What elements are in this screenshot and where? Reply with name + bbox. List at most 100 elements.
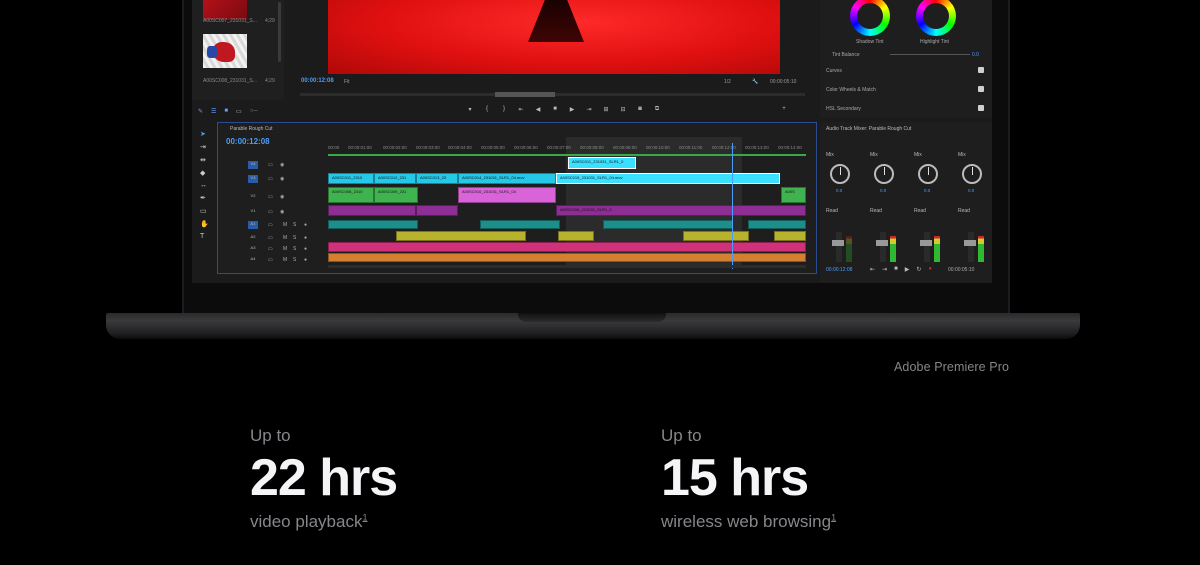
timeline-title[interactable]: Parable Rough Cut <box>230 126 273 132</box>
section-curves[interactable]: Curves <box>826 67 984 74</box>
audio-clip[interactable] <box>558 231 594 241</box>
film-icon[interactable]: ▭ <box>268 176 273 182</box>
monitor-timecode[interactable]: 00:00:12:08 <box>301 78 334 84</box>
timeline-clip[interactable]: A00SC009_231 <box>374 187 418 203</box>
track-label[interactable]: V1 <box>248 208 258 216</box>
film-icon[interactable]: ▭ <box>268 209 273 215</box>
track-label[interactable]: A1 <box>248 221 258 229</box>
mute-icon[interactable]: M <box>283 246 287 252</box>
eye-icon[interactable]: ◉ <box>280 194 284 200</box>
freeform-view-icon[interactable]: ▭ <box>236 108 242 115</box>
solo-icon[interactable]: S <box>293 235 296 241</box>
pan-value[interactable]: 0.0 <box>880 188 886 193</box>
track-header-v1[interactable]: V1 ▭ ◉ <box>238 207 326 217</box>
record-icon[interactable]: ● <box>928 266 932 273</box>
mic-icon[interactable]: ● <box>304 257 307 263</box>
settings-icon[interactable]: 🔧 <box>752 79 758 85</box>
monitor-scrubber[interactable] <box>300 92 805 97</box>
timeline-clip[interactable]: A00S <box>781 187 806 203</box>
tint-balance-slider[interactable] <box>890 54 970 55</box>
sync-icon[interactable]: ▭ <box>268 246 273 252</box>
playhead[interactable] <box>732 143 733 269</box>
insert-icon[interactable]: ⊞ <box>603 106 609 113</box>
list-view-icon[interactable]: ☰ <box>211 108 216 115</box>
video-frame[interactable] <box>328 0 780 74</box>
timeline-clip[interactable]: A00SC008_2310 <box>328 187 374 203</box>
resolution-dropdown[interactable]: 1/2 <box>724 79 731 85</box>
fit-dropdown[interactable]: Fit <box>344 79 350 85</box>
volume-fader[interactable] <box>836 232 842 262</box>
loop-icon[interactable]: ↻ <box>916 266 921 273</box>
eye-icon[interactable]: ◉ <box>280 162 284 168</box>
section-color-wheels[interactable]: Color Wheels & Match <box>826 86 984 93</box>
fader-handle[interactable] <box>876 240 888 246</box>
timeline-clip[interactable]: A00SC006_231031_SLR1_0 <box>556 205 806 216</box>
mic-icon[interactable]: ● <box>304 222 307 228</box>
tint-balance-value[interactable]: 0.0 <box>972 52 979 58</box>
audio-clip[interactable] <box>328 242 806 252</box>
eye-icon[interactable]: ◉ <box>280 176 284 182</box>
solo-icon[interactable]: S <box>293 222 296 228</box>
sync-icon[interactable]: ▭ <box>268 235 273 241</box>
pen-icon[interactable]: ✒ <box>200 194 209 202</box>
razor-icon[interactable]: ◆ <box>200 169 209 177</box>
mute-icon[interactable]: M <box>283 235 287 241</box>
pan-knob[interactable] <box>830 164 850 184</box>
go-to-in-icon[interactable]: ⇤ <box>870 266 875 273</box>
film-icon[interactable]: ▭ <box>268 162 273 168</box>
ripple-edit-icon[interactable]: ⇹ <box>200 156 209 164</box>
track-header-v4[interactable]: V4 ▭ ◉ <box>238 160 326 170</box>
pan-value[interactable]: 0.0 <box>836 188 842 193</box>
track-label[interactable]: V2 <box>248 193 258 201</box>
mark-out-icon[interactable]: } <box>501 106 507 113</box>
more-icon[interactable]: + <box>781 106 787 113</box>
pan-value[interactable]: 0.0 <box>924 188 930 193</box>
audio-clip[interactable] <box>683 231 749 241</box>
timeline-clip[interactable]: A00SC011_231031_SLR1_0 <box>568 157 636 169</box>
automation-dropdown[interactable]: Read <box>958 208 970 214</box>
selection-tool-icon[interactable]: ➤ <box>200 130 209 138</box>
track-label[interactable]: A4 <box>248 256 258 264</box>
pan-knob[interactable] <box>874 164 894 184</box>
sync-icon[interactable]: ▭ <box>268 257 273 263</box>
volume-fader[interactable] <box>924 232 930 262</box>
section-hsl-secondary[interactable]: HSL Secondary <box>826 105 984 112</box>
pan-value[interactable]: 0.0 <box>968 188 974 193</box>
volume-fader[interactable] <box>880 232 886 262</box>
stop-icon[interactable]: ■ <box>894 266 898 273</box>
timeline-clip[interactable]: A00SC014_231031_SLR1_04.mov <box>458 173 556 184</box>
mute-icon[interactable]: M <box>283 222 287 228</box>
sync-icon[interactable]: ▭ <box>268 222 273 228</box>
audio-clip[interactable] <box>774 231 806 241</box>
track-header-v2[interactable]: V2 ▭ ◉ <box>238 192 326 202</box>
mark-in-icon[interactable]: { <box>484 106 490 113</box>
timeline-clip[interactable]: A00SC010_231031_SLR1_04 <box>458 187 556 203</box>
clip-thumbnail[interactable] <box>203 34 247 68</box>
step-back-icon[interactable]: ◀ <box>535 106 541 113</box>
bin-scrollbar[interactable] <box>278 2 281 62</box>
highlight-tint-wheel[interactable] <box>916 0 956 36</box>
rectangle-icon[interactable]: ▭ <box>200 207 209 215</box>
automation-dropdown[interactable]: Read <box>870 208 882 214</box>
track-label[interactable]: V3 <box>248 175 258 183</box>
timeline-timecode[interactable]: 00:00:12:08 <box>226 137 270 146</box>
track-select-icon[interactable]: ⇥ <box>200 143 209 151</box>
track-header-a3[interactable]: A3 ▭ M S ● <box>238 244 326 254</box>
timeline-clip[interactable]: A00SC011_2310 <box>328 173 374 184</box>
audio-clip[interactable] <box>603 220 733 229</box>
overwrite-icon[interactable]: ⊟ <box>620 106 626 113</box>
track-header-a4[interactable]: A4 ▭ M S ● <box>238 255 326 265</box>
timeline-clip[interactable] <box>416 205 458 216</box>
audio-clip[interactable] <box>480 220 560 229</box>
track-header-a1[interactable]: A1 ▭ M S ● <box>238 220 326 230</box>
go-to-out-icon[interactable]: ⇥ <box>882 266 887 273</box>
compare-icon[interactable]: ⧉ <box>654 106 660 113</box>
automation-dropdown[interactable]: Read <box>826 208 838 214</box>
film-icon[interactable]: ▭ <box>268 194 273 200</box>
checkbox-icon[interactable] <box>978 105 984 111</box>
mixer-timecode[interactable]: 00:00:12:08 <box>826 267 852 273</box>
audio-clip[interactable] <box>328 220 418 229</box>
export-frame-icon[interactable]: ◙ <box>637 106 643 113</box>
go-to-in-icon[interactable]: ⇤ <box>518 106 524 113</box>
play-icon[interactable]: ▶ <box>905 266 910 273</box>
